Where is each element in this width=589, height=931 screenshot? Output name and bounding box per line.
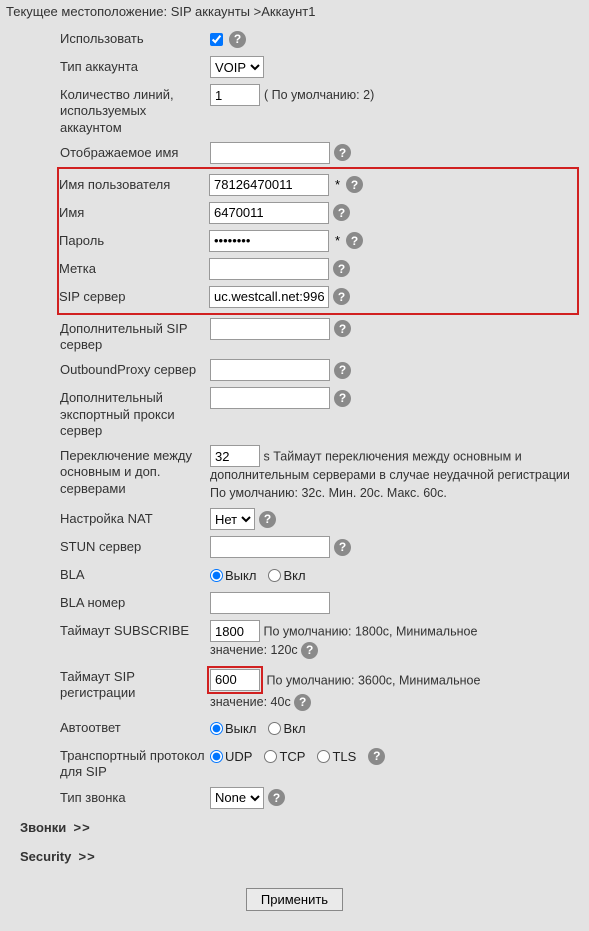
- use-checkbox[interactable]: [210, 33, 223, 46]
- help-icon[interactable]: ?: [333, 260, 350, 277]
- bla-off-option[interactable]: Выкл: [210, 568, 256, 583]
- chevron-right-icon: >>: [79, 849, 96, 864]
- tag-input[interactable]: [209, 258, 329, 280]
- label-auto-answer: Автоответ: [60, 717, 210, 736]
- label-username: Имя пользователя: [59, 174, 209, 193]
- sip-server-extra-input[interactable]: [210, 318, 330, 340]
- label-name: Имя: [59, 202, 209, 221]
- help-icon[interactable]: ?: [346, 176, 363, 193]
- help-icon[interactable]: ?: [334, 390, 351, 407]
- help-icon[interactable]: ?: [334, 144, 351, 161]
- subscribe-hint-a: По умолчанию: 1800с, Минимальное: [263, 625, 477, 639]
- outbound-proxy-input[interactable]: [210, 359, 330, 381]
- help-icon[interactable]: ?: [368, 748, 385, 765]
- label-bla: BLA: [60, 564, 210, 583]
- label-nat: Настройка NAT: [60, 508, 210, 527]
- chevron-right-icon: >>: [74, 820, 91, 835]
- username-input[interactable]: [209, 174, 329, 196]
- sip-server-input[interactable]: [209, 286, 329, 308]
- server-switch-interval-input[interactable]: [210, 445, 260, 467]
- help-icon[interactable]: ?: [334, 539, 351, 556]
- label-password: Пароль: [59, 230, 209, 249]
- sipreg-hint-a: По умолчанию: 3600с, Минимальное: [266, 673, 480, 687]
- subscribe-hint-b: значение: 120с: [210, 643, 298, 657]
- extra-export-proxy-input[interactable]: [210, 387, 330, 409]
- account-type-select[interactable]: VOIP: [210, 56, 264, 78]
- help-icon[interactable]: ?: [259, 511, 276, 528]
- subscribe-timeout-input[interactable]: [210, 620, 260, 642]
- switch-seconds-suffix: s: [263, 450, 269, 464]
- label-switch-servers: Переключение между основным и доп. серве…: [60, 445, 210, 497]
- password-input[interactable]: [209, 230, 329, 252]
- lines-input[interactable]: [210, 84, 260, 106]
- section-calls[interactable]: Звонки >>: [0, 812, 589, 841]
- label-stun: STUN сервер: [60, 536, 210, 555]
- highlighted-sip-reg-timeout: [207, 666, 263, 694]
- label-ring-type: Тип звонка: [60, 787, 210, 806]
- label-tag: Метка: [59, 258, 209, 277]
- highlighted-credentials-group: Имя пользователя * ? Имя ? Пароль: [57, 167, 579, 315]
- help-icon[interactable]: ?: [334, 362, 351, 379]
- label-bla-number: BLA номер: [60, 592, 210, 611]
- nat-select[interactable]: Нет: [210, 508, 255, 530]
- help-icon[interactable]: ?: [229, 31, 246, 48]
- sip-reg-timeout-input[interactable]: [210, 669, 260, 691]
- required-asterisk: *: [333, 233, 342, 248]
- label-transport: Транспортный протокол для SIP: [60, 745, 210, 781]
- transport-udp-option[interactable]: UDP: [210, 749, 252, 764]
- stun-input[interactable]: [210, 536, 330, 558]
- auto-answer-on-option[interactable]: Вкл: [268, 721, 305, 736]
- help-icon[interactable]: ?: [333, 288, 350, 305]
- section-security[interactable]: Security >>: [0, 841, 589, 870]
- lines-default-hint: ( По умолчанию: 2): [264, 87, 374, 103]
- bla-on-option[interactable]: Вкл: [268, 568, 305, 583]
- ring-type-select[interactable]: None: [210, 787, 264, 809]
- label-subscribe-timeout: Таймаут SUBSCRIBE: [60, 620, 210, 639]
- label-use: Использовать: [60, 28, 210, 47]
- transport-tcp-option[interactable]: TCP: [264, 749, 305, 764]
- display-name-input[interactable]: [210, 142, 330, 164]
- apply-button[interactable]: Применить: [246, 888, 343, 911]
- auto-answer-off-option[interactable]: Выкл: [210, 721, 256, 736]
- help-icon[interactable]: ?: [294, 694, 311, 711]
- required-asterisk: *: [333, 177, 342, 192]
- label-lines: Количество линий, используемых аккаунтом: [60, 84, 210, 136]
- help-icon[interactable]: ?: [346, 232, 363, 249]
- help-icon[interactable]: ?: [333, 204, 350, 221]
- label-extra-export-proxy: Дополнительный экспортный прокси сервер: [60, 387, 210, 439]
- breadcrumb: Текущее местоположение: SIP аккаунты >Ак…: [0, 0, 589, 25]
- bla-number-input[interactable]: [210, 592, 330, 614]
- label-sip-server-extra: Дополнительный SIP сервер: [60, 318, 210, 354]
- help-icon[interactable]: ?: [334, 320, 351, 337]
- label-sip-server: SIP сервер: [59, 286, 209, 305]
- label-account-type: Тип аккаунта: [60, 56, 210, 75]
- help-icon[interactable]: ?: [301, 642, 318, 659]
- label-outbound-proxy: OutboundProxy сервер: [60, 359, 210, 378]
- label-display-name: Отображаемое имя: [60, 142, 210, 161]
- name-input[interactable]: [209, 202, 329, 224]
- sipreg-hint-b: значение: 40с: [210, 695, 291, 709]
- label-sip-reg-timeout: Таймаут SIP регистрации: [60, 666, 210, 702]
- transport-tls-option[interactable]: TLS: [317, 749, 356, 764]
